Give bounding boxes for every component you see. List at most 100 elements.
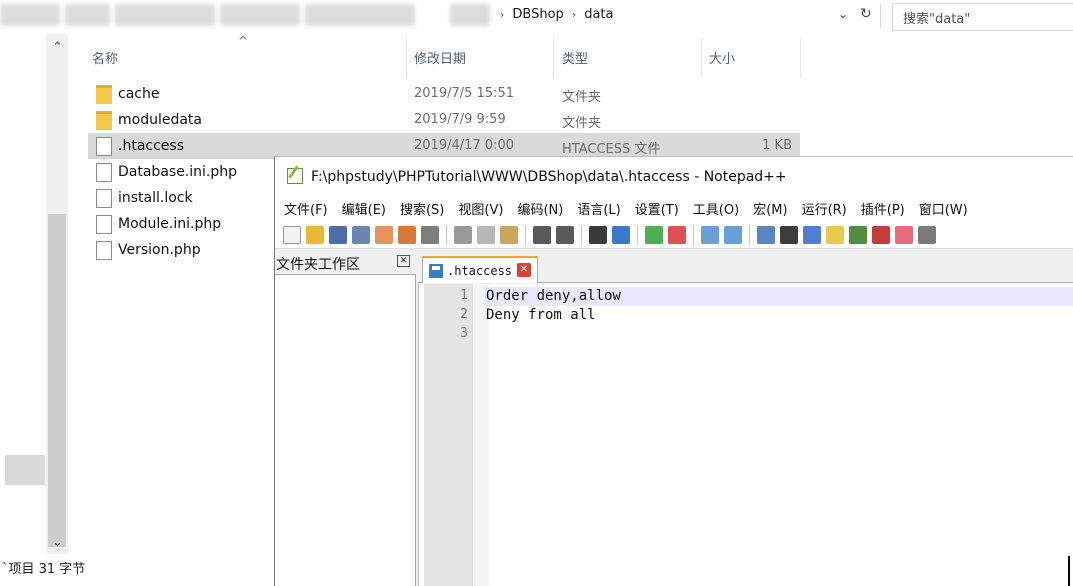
menu-encoding[interactable]: 编码(N) [517,199,563,218]
code-line[interactable]: Order deny,allow [486,288,621,304]
search-input[interactable]: 搜索"data" [892,3,1073,31]
blurred-path-segment [305,4,415,26]
find-icon[interactable] [589,225,607,244]
file-name: Database.ini.php [118,164,237,180]
copy-icon[interactable] [477,225,495,244]
replace-icon[interactable] [612,225,630,244]
blurred-path-segment [0,4,60,26]
monitoring-icon[interactable] [918,225,936,244]
refresh-icon[interactable]: ↻ [860,6,872,22]
menu-plugins[interactable]: 插件(P) [861,199,905,218]
close-all-icon[interactable] [398,225,416,244]
sync-vertical-icon[interactable] [701,225,719,244]
column-divider[interactable] [553,38,554,78]
address-bar[interactable]: › DBShop › data ⌄ ↻ 搜索"data" [0,0,1073,34]
toolbar-separator [749,224,750,245]
file-row-cache[interactable]: cache 2019/7/5 15:51 文件夹 [88,81,800,107]
breadcrumb-item-data[interactable]: data [584,7,613,22]
indent-guide-icon[interactable] [803,225,821,244]
folder-icon [96,111,112,130]
column-divider[interactable] [406,38,407,78]
vertical-scrollbar[interactable]: ⌃ ⌄ [46,34,68,554]
column-header-row: ^ 名称 修改日期 类型 大小 [0,34,810,78]
scroll-up-icon[interactable]: ⌃ [52,40,63,55]
folder-as-workspace-icon[interactable] [895,225,913,244]
column-header-size[interactable]: 大小 [709,48,735,67]
close-file-icon[interactable] [375,225,393,244]
close-icon[interactable]: ✕ [517,263,531,277]
chevron-right-icon: › [500,8,505,21]
save-icon[interactable] [329,225,347,244]
show-all-characters-icon[interactable] [780,225,798,244]
file-icon [96,163,112,182]
menu-window[interactable]: 窗口(W) [919,199,968,218]
fold-margin[interactable] [473,284,489,586]
file-icon [96,215,112,234]
menu-edit[interactable]: 编辑(E) [342,199,386,218]
file-row-moduledata[interactable]: moduledata 2019/7/9 9:59 文件夹 [88,107,800,133]
file-name: .htaccess [118,138,184,154]
toolbar-separator [581,224,582,245]
scrollbar-thumb[interactable] [48,214,66,547]
menu-file[interactable]: 文件(F) [284,199,328,218]
chevron-right-icon: › [571,8,577,21]
tab-label: .htaccess [447,264,513,278]
document-map-icon[interactable] [849,225,867,244]
new-file-icon[interactable] [283,225,301,244]
file-name: install.lock [118,190,193,206]
column-divider[interactable] [800,38,801,78]
saved-file-icon [429,264,443,278]
title-bar[interactable]: F:\phpstudy\PHPTutorial\WWW\DBShop\data\… [275,157,1073,195]
undo-icon[interactable] [533,225,551,244]
menu-bar: 文件(F) 编辑(E) 搜索(S) 视图(V) 编码(N) 语言(L) 设置(T… [275,195,1073,221]
user-defined-language-icon[interactable] [826,225,844,244]
menu-settings[interactable]: 设置(T) [635,199,679,218]
zoom-out-icon[interactable] [668,225,686,244]
folder-icon [96,85,112,104]
tab-htaccess[interactable]: .htaccess ✕ [422,256,538,283]
column-header-date[interactable]: 修改日期 [414,48,466,67]
sync-horizontal-icon[interactable] [724,225,742,244]
window-title: F:\phpstudy\PHPTutorial\WWW\DBShop\data\… [311,169,787,185]
menu-run[interactable]: 运行(R) [802,199,847,218]
file-icon [96,137,112,156]
open-file-icon[interactable] [306,225,324,244]
code-editor[interactable]: 1 2 3 Order deny,allow Deny from all [418,284,1073,586]
paste-icon[interactable] [500,225,518,244]
cut-icon[interactable] [454,225,472,244]
close-icon[interactable]: ✕ [397,255,410,267]
function-list-icon[interactable] [872,225,890,244]
save-all-icon[interactable] [352,225,370,244]
column-divider[interactable] [701,38,702,78]
line-number: 3 [460,326,468,341]
blurred-path-segment [450,4,490,26]
column-header-type[interactable]: 类型 [562,48,588,67]
zoom-in-icon[interactable] [645,225,663,244]
toolbar-separator [693,224,694,245]
menu-view[interactable]: 视图(V) [458,199,503,218]
tab-bar: .htaccess ✕ [418,251,1073,283]
notepad-icon [287,168,303,184]
line-number-gutter: 1 2 3 [424,284,489,586]
scroll-down-icon[interactable]: ⌄ [52,535,63,550]
menu-macro[interactable]: 宏(M) [753,199,787,218]
file-date: 2019/7/9 9:59 [414,112,506,127]
code-line[interactable]: Deny from all [486,307,596,323]
nav-pane-selection[interactable] [5,455,45,485]
word-wrap-icon[interactable] [757,225,775,244]
divider [880,4,881,28]
status-bar: `项目 31 字节 [0,556,275,586]
blurred-path-segment [115,4,215,26]
menu-language[interactable]: 语言(L) [577,199,620,218]
file-name: moduledata [118,112,202,128]
file-date: 2019/4/17 0:00 [414,138,514,153]
column-header-name[interactable]: 名称 [92,48,118,67]
file-type: HTACCESS 文件 [562,142,661,157]
menu-tools[interactable]: 工具(O) [693,199,739,218]
redo-icon[interactable] [556,225,574,244]
menu-search[interactable]: 搜索(S) [400,199,444,218]
breadcrumb-item-dbshop[interactable]: DBShop [512,7,563,22]
file-name: Module.ini.php [118,216,222,232]
chevron-down-icon[interactable]: ⌄ [838,7,848,21]
print-icon[interactable] [421,225,439,244]
